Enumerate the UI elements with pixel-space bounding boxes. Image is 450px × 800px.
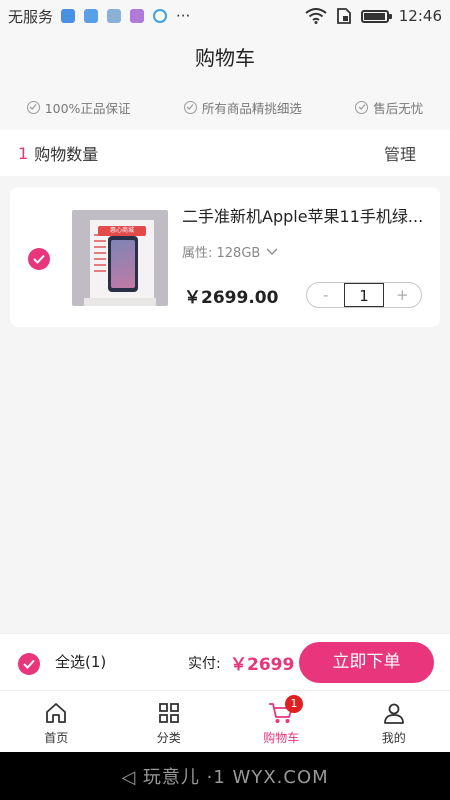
more-notifications-icon: ···: [176, 7, 191, 25]
product-attribute-selector[interactable]: 属性: 128GB: [182, 242, 278, 261]
system-nav-bar: ◁ 玩意儿 ·1 WYX.COM: [0, 752, 450, 800]
check-circle-icon: [355, 100, 369, 114]
cart-badge: 1: [285, 695, 303, 713]
chevron-down-icon: [266, 248, 278, 255]
manage-button[interactable]: 管理: [384, 141, 432, 165]
checkout-bar: 全选(1) 实付: ￥2699 立即下单: [0, 633, 450, 690]
decrease-button[interactable]: -: [307, 283, 344, 307]
battery-icon: [360, 9, 392, 23]
paid-label: 实付:: [188, 656, 221, 672]
message-notification-icon: [130, 9, 145, 23]
guarantee-label: 售后无忧: [373, 100, 424, 116]
cart-item: 惠心商城 二手准新机Apple苹果11手机绿... 属性: 128GB ￥269…: [10, 187, 440, 327]
gallery-notification-icon: [107, 9, 122, 23]
guarantee-label: 所有商品精挑细选: [201, 100, 302, 116]
home-icon: [46, 703, 67, 723]
check-circle-icon: [26, 100, 40, 114]
bottom-tab-bar: 首页 分类 购物车 1 我的: [0, 690, 450, 752]
page-title: 购物车: [0, 32, 450, 84]
select-all-checkbox[interactable]: [18, 653, 40, 675]
tab-mine[interactable]: 我的: [338, 691, 450, 752]
grid-icon: [158, 703, 179, 723]
checkmark-icon: [33, 254, 45, 264]
cart-count-bar: 1 购物数量 管理: [0, 130, 450, 176]
product-attribute: 属性: 128GB: [182, 246, 261, 261]
browser-notification-icon: [153, 9, 168, 23]
guarantee-row: 100%正品保证 所有商品精挑细选 售后无忧: [0, 84, 450, 130]
health-notification-icon: [84, 9, 99, 23]
guarantee-curated: 所有商品精挑细选: [183, 98, 302, 117]
quantity-stepper: - 1 +: [306, 282, 422, 308]
status-bar: 无服务 ··· 12:46: [0, 0, 450, 32]
tab-category[interactable]: 分类: [113, 691, 226, 752]
tab-cart[interactable]: 购物车 1: [225, 691, 338, 752]
app-notification-icon: [61, 9, 76, 23]
place-order-button[interactable]: 立即下单: [299, 642, 434, 683]
cart-count-label: 购物数量: [34, 145, 99, 164]
product-thumbnail[interactable]: 惠心商城: [72, 210, 168, 306]
product-title[interactable]: 二手准新机Apple苹果11手机绿...: [182, 203, 430, 227]
select-all-label[interactable]: 全选(1): [55, 651, 106, 672]
tab-label: 我的: [381, 731, 406, 745]
increase-button[interactable]: +: [384, 283, 421, 307]
user-icon: [383, 703, 404, 724]
quantity-input[interactable]: 1: [344, 283, 384, 307]
checkmark-icon: [23, 659, 35, 669]
wifi-icon: [305, 8, 327, 24]
tab-label: 分类: [156, 731, 181, 745]
tab-home[interactable]: 首页: [0, 691, 113, 752]
guarantee-authentic: 100%正品保证: [26, 98, 131, 117]
guarantee-label: 100%正品保证: [44, 100, 131, 116]
check-circle-icon: [183, 100, 197, 114]
clock: 12:46: [398, 7, 442, 25]
sim-icon: [336, 8, 351, 24]
phone-image: [108, 236, 138, 292]
paid-total: ￥2699: [230, 655, 295, 675]
tab-label: 首页: [44, 731, 69, 745]
guarantee-aftersales: 售后无忧: [355, 98, 423, 117]
cart-count: 1: [18, 143, 29, 163]
carrier-label: 无服务: [8, 7, 54, 26]
tab-label: 购物车: [263, 731, 300, 745]
watermark: ◁ 玩意儿 ·1 WYX.COM: [121, 767, 329, 788]
product-price: ￥2699.00: [184, 288, 279, 308]
item-select-checkbox[interactable]: [28, 248, 50, 270]
